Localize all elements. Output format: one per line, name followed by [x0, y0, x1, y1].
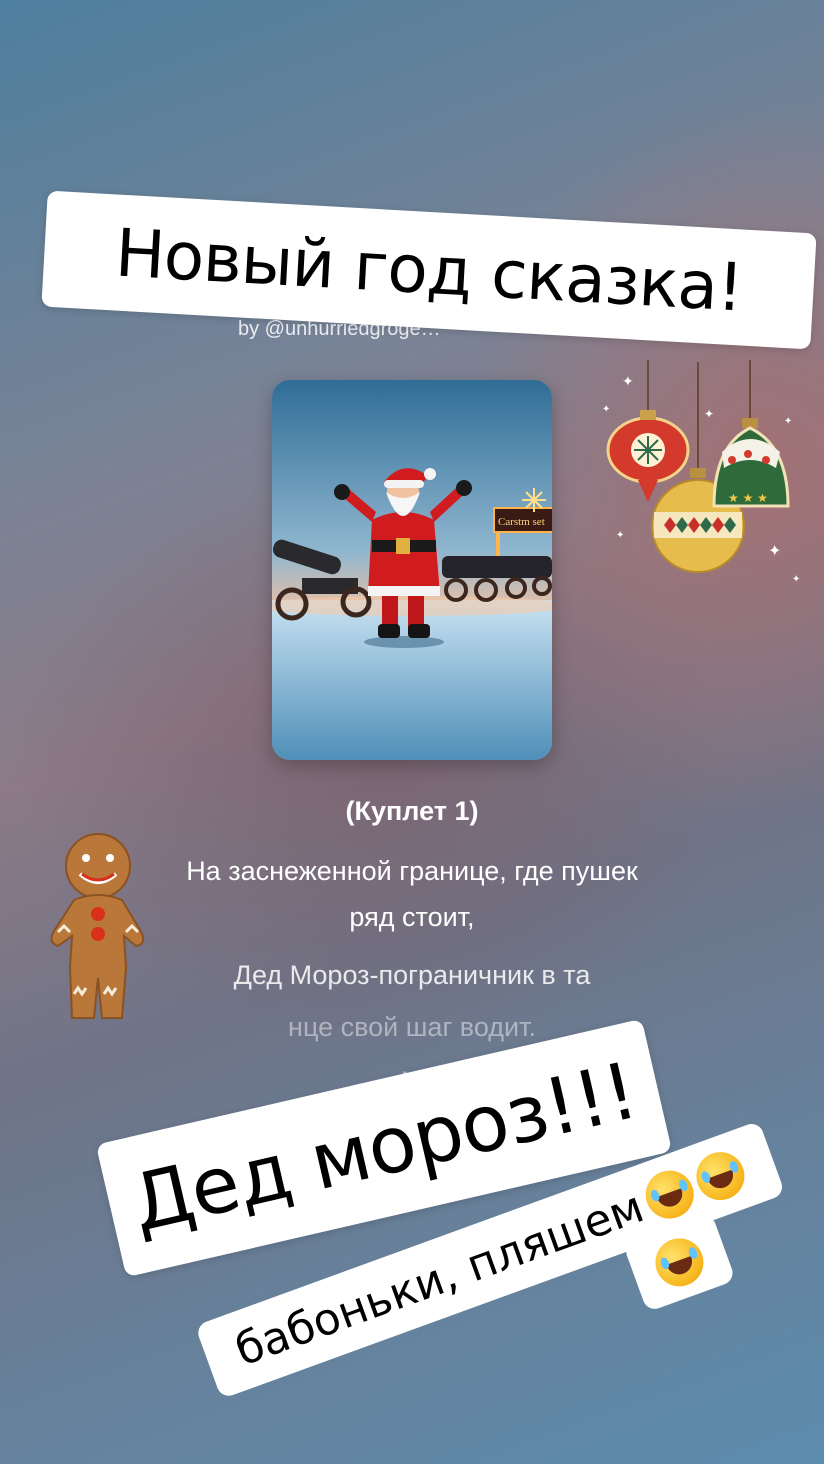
svg-text:✦: ✦	[622, 374, 634, 390]
lyrics-line-2: Дед Мороз-пограничник в та	[233, 960, 591, 990]
cover-sign-text: Carstm set	[498, 516, 545, 528]
song-cover-image: Carstm set	[272, 380, 552, 760]
svg-text:★ ★ ★: ★ ★ ★	[728, 491, 768, 505]
svg-text:✦: ✦	[616, 530, 624, 541]
lyrics-line-1: На заснеженной границе, где пушек ряд ст…	[186, 856, 638, 932]
laughing-emoji-icon	[689, 1145, 752, 1207]
lyrics-heading: (Куплет 1)	[345, 796, 479, 826]
ornaments-icon: ✦ ✦ ✦ ✦ ✦ ✦ ✦ ★ ★ ★	[598, 356, 808, 586]
svg-text:✦: ✦	[704, 407, 714, 421]
svg-text:✦: ✦	[792, 574, 800, 585]
svg-text:✦: ✦	[602, 404, 610, 415]
title-sticker-text: Новый год сказка!	[113, 214, 745, 326]
gingerbread-icon	[44, 828, 154, 1028]
svg-text:✦: ✦	[784, 416, 792, 427]
laughing-emoji-icon	[638, 1163, 701, 1226]
laughing-emoji-icon	[648, 1231, 711, 1294]
svg-text:✦: ✦	[768, 541, 781, 560]
title-sticker[interactable]: Новый год сказка!	[41, 190, 817, 350]
